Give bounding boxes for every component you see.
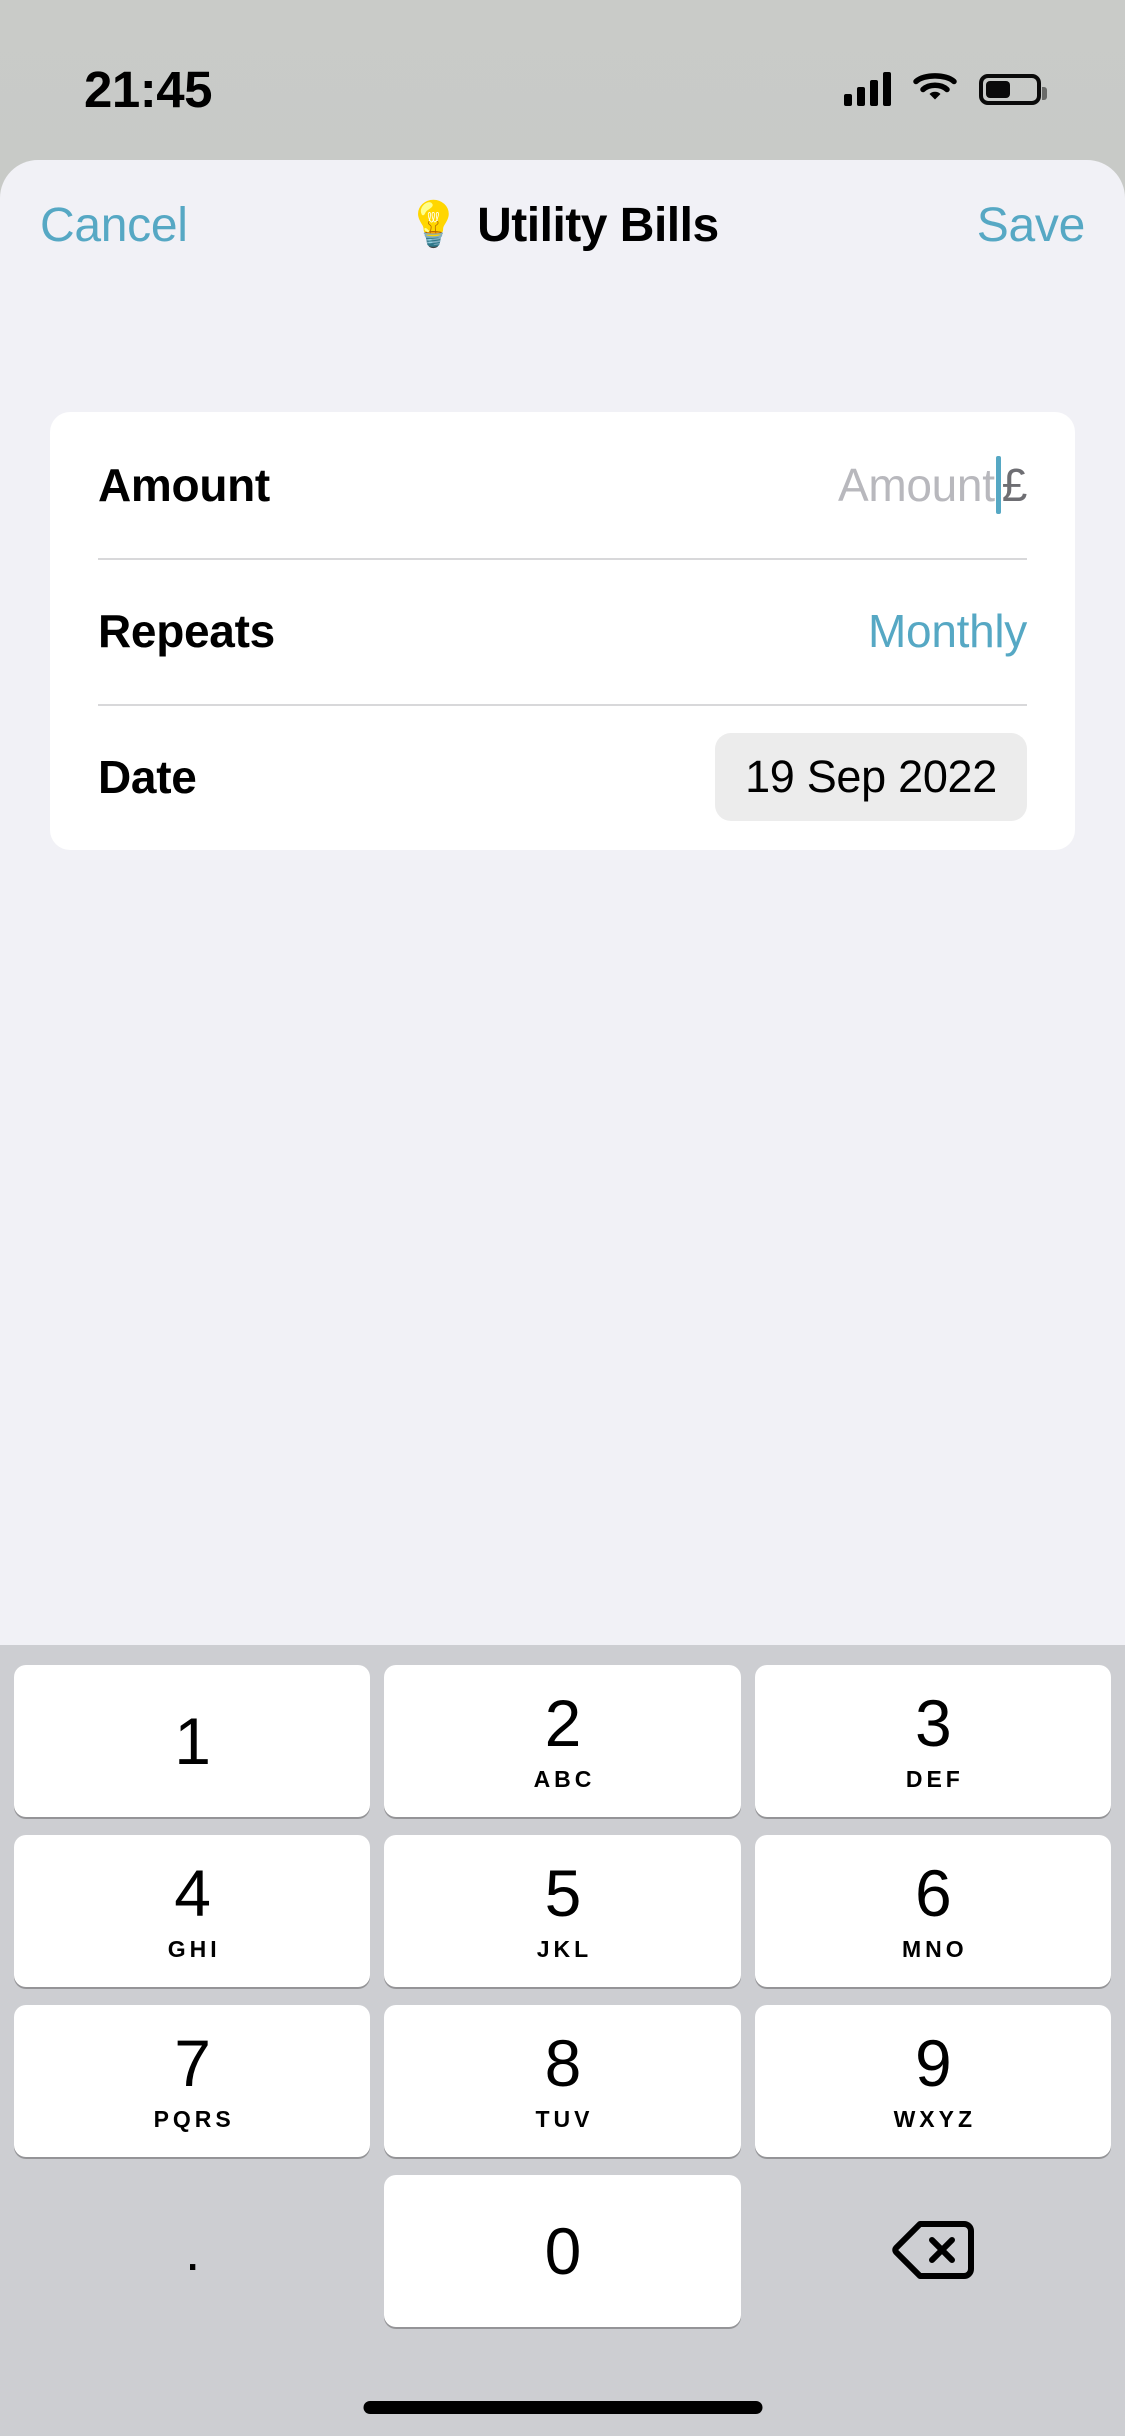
key-digit: 3 bbox=[914, 1685, 952, 1760]
status-bar-icons bbox=[844, 70, 1047, 109]
key-digit: 6 bbox=[914, 1855, 952, 1930]
key-digit: 4 bbox=[174, 1855, 211, 1930]
form-card: Amount Amount £ Repeats Monthly Date 19 … bbox=[50, 412, 1075, 850]
amount-input[interactable]: Amount £ bbox=[838, 456, 1027, 514]
key-digit: 8 bbox=[544, 2025, 582, 2100]
key-decimal-point[interactable]: . bbox=[14, 2175, 370, 2327]
keypad: 1 2 ABC 3 DEF 4 GHI 5 JKL 6 MNO 7 PQRS 8… bbox=[0, 1645, 1125, 2327]
date-label: Date bbox=[98, 751, 197, 803]
key-digit: . bbox=[184, 2219, 201, 2282]
page-title: Utility Bills bbox=[477, 198, 719, 252]
amount-placeholder: Amount bbox=[837, 459, 995, 511]
key-6[interactable]: 6 MNO bbox=[754, 1835, 1111, 1987]
date-picker-button[interactable]: 19 Sep 2022 bbox=[715, 733, 1027, 821]
key-4[interactable]: 4 GHI bbox=[14, 1835, 371, 1987]
form-row-amount[interactable]: Amount Amount £ bbox=[98, 412, 1027, 558]
key-digit: 9 bbox=[914, 2025, 952, 2100]
form-row-repeats[interactable]: Repeats Monthly bbox=[98, 558, 1027, 704]
cancel-button[interactable]: Cancel bbox=[40, 198, 188, 253]
save-button[interactable]: Save bbox=[977, 198, 1086, 253]
key-letters: WXYZ bbox=[893, 2105, 977, 2132]
navigation-bar: Cancel 💡 Utility Bills Save bbox=[0, 160, 1125, 290]
key-letters: ABC bbox=[533, 1765, 596, 1792]
form-row-date[interactable]: Date 19 Sep 2022 bbox=[98, 704, 1027, 850]
home-indicator bbox=[363, 2401, 762, 2414]
text-cursor bbox=[995, 456, 1001, 514]
key-0[interactable]: 0 bbox=[384, 2175, 741, 2327]
status-bar: 21:45 bbox=[0, 0, 1125, 160]
key-letters: GHI bbox=[167, 1935, 221, 1962]
key-letters: JKL bbox=[536, 1935, 593, 1962]
lightbulb-icon: 💡 bbox=[406, 200, 462, 249]
key-8[interactable]: 8 TUV bbox=[384, 2005, 741, 2157]
currency-symbol: £ bbox=[1001, 459, 1028, 511]
key-digit: 2 bbox=[544, 1685, 582, 1760]
battery-icon bbox=[979, 73, 1047, 105]
modal-sheet: Cancel 💡 Utility Bills Save Amount Amoun… bbox=[0, 160, 1125, 1645]
key-letters: TUV bbox=[535, 2105, 594, 2132]
status-bar-time: 21:45 bbox=[84, 60, 212, 118]
key-3[interactable]: 3 DEF bbox=[754, 1665, 1111, 1817]
amount-label: Amount bbox=[98, 459, 270, 511]
backspace-icon bbox=[892, 2219, 974, 2284]
key-letters: MNO bbox=[901, 1935, 968, 1962]
key-digit: 0 bbox=[544, 2214, 582, 2288]
key-digit: 1 bbox=[174, 1704, 211, 1778]
key-backspace[interactable] bbox=[755, 2175, 1111, 2327]
key-9[interactable]: 9 WXYZ bbox=[754, 2005, 1111, 2157]
repeats-value-button[interactable]: Monthly bbox=[868, 604, 1027, 658]
numeric-keyboard: 1 2 ABC 3 DEF 4 GHI 5 JKL 6 MNO 7 PQRS 8… bbox=[0, 1645, 1125, 2436]
key-7[interactable]: 7 PQRS bbox=[14, 2005, 371, 2157]
key-digit: 7 bbox=[174, 2025, 211, 2100]
key-digit: 5 bbox=[544, 1855, 582, 1930]
cellular-signal-icon bbox=[844, 72, 891, 106]
key-2[interactable]: 2 ABC bbox=[384, 1665, 741, 1817]
repeats-label: Repeats bbox=[98, 605, 275, 657]
key-5[interactable]: 5 JKL bbox=[384, 1835, 741, 1987]
key-letters: DEF bbox=[905, 1765, 964, 1792]
key-1[interactable]: 1 bbox=[14, 1665, 371, 1817]
wifi-icon bbox=[913, 70, 957, 109]
key-letters: PQRS bbox=[153, 2105, 235, 2132]
